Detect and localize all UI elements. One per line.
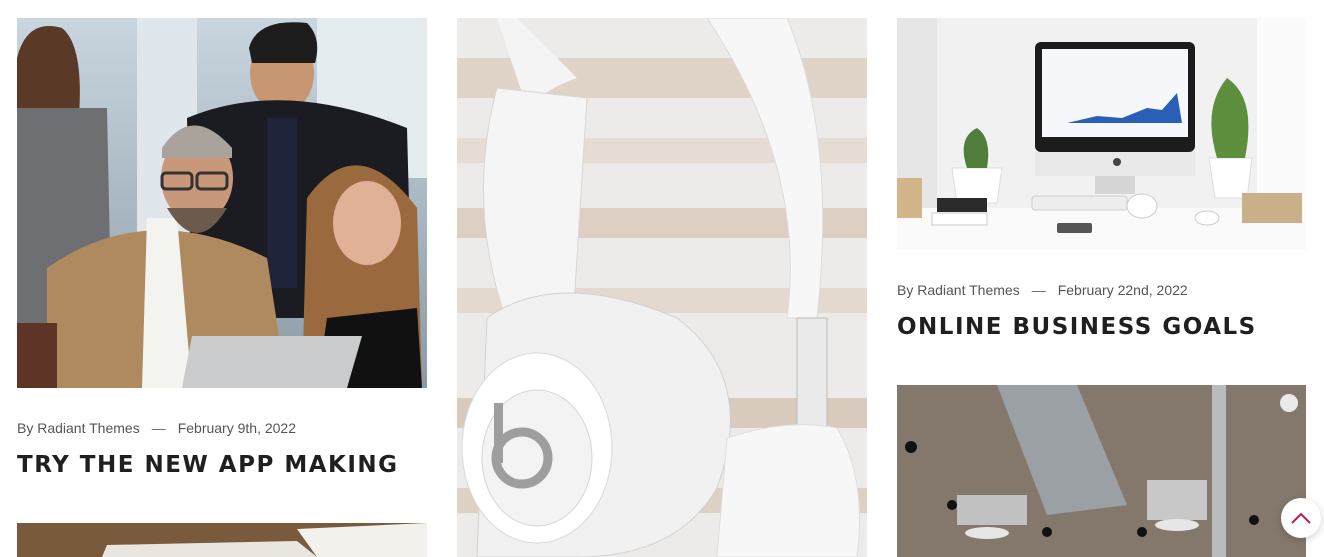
white-headphones-photo bbox=[457, 18, 867, 557]
meta-separator: — bbox=[151, 420, 166, 436]
scroll-to-top-button[interactable] bbox=[1281, 498, 1321, 538]
post-image-papers[interactable] bbox=[17, 523, 427, 557]
chevron-up-icon bbox=[1291, 512, 1311, 524]
post-image-desk[interactable] bbox=[897, 18, 1306, 250]
post-image-office[interactable] bbox=[897, 385, 1306, 557]
desk-papers-photo bbox=[17, 523, 427, 557]
post-date[interactable]: February 22nd, 2022 bbox=[1058, 282, 1188, 298]
post-image-headphones[interactable] bbox=[457, 18, 867, 557]
post-author-link[interactable]: By Radiant Themes bbox=[897, 282, 1020, 298]
office-ceiling-photo bbox=[897, 385, 1306, 557]
meta-separator: — bbox=[1031, 282, 1046, 298]
business-team-photo bbox=[17, 18, 427, 388]
post-meta: By Radiant Themes — February 22nd, 2022 bbox=[897, 282, 1188, 298]
post-meta: By Radiant Themes — February 9th, 2022 bbox=[17, 420, 296, 436]
post-author-link[interactable]: By Radiant Themes bbox=[17, 420, 140, 436]
post-image-team[interactable] bbox=[17, 18, 427, 388]
post-date[interactable]: February 9th, 2022 bbox=[178, 420, 296, 436]
post-title-link[interactable]: ONLINE BUSINESS GOALS bbox=[897, 314, 1257, 340]
post-title-link[interactable]: TRY THE NEW APP MAKING bbox=[17, 452, 399, 478]
desk-computer-workspace-photo bbox=[897, 18, 1306, 250]
